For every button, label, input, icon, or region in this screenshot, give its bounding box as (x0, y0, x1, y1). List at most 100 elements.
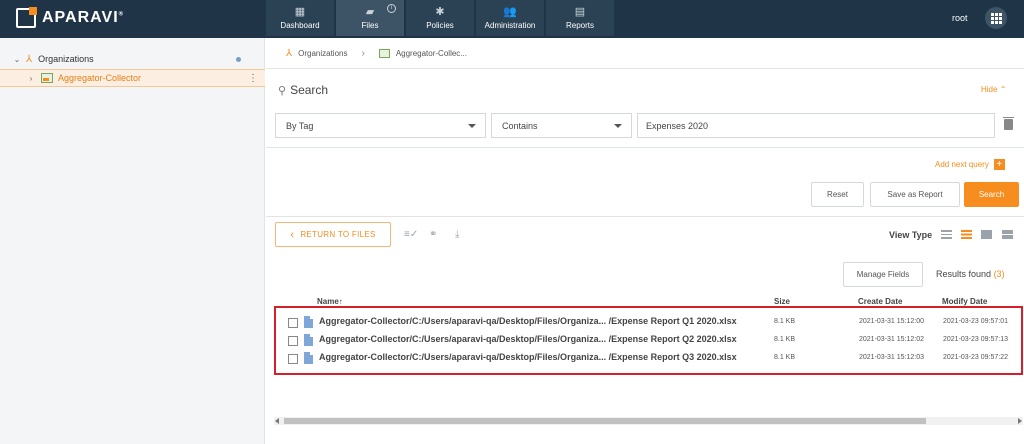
results-table: Aggregator-Collector/C:/Users/aparavi-qa… (274, 306, 1023, 375)
save-as-report-button[interactable]: Save as Report (870, 182, 960, 207)
table-row[interactable]: Aggregator-Collector/C:/Users/aparavi-qa… (276, 331, 1021, 349)
modify-date: 2021-03-23 09:57:22 (943, 354, 1008, 361)
tree-item-aggregator-collector[interactable]: › Aggregator-Collector ⋮ (0, 69, 265, 87)
status-dot (236, 56, 241, 62)
top-bar: APARAVI® ▦ Dashboard ▰ Files i ✱ Policie… (0, 0, 1024, 38)
column-header-name[interactable]: Name↑ (317, 297, 343, 306)
column-header-size[interactable]: Size (774, 297, 790, 306)
tree-item-label: Aggregator-Collector (58, 73, 142, 83)
aggregator-icon (41, 73, 53, 83)
nav-label: Dashboard (280, 21, 320, 30)
chevron-left-icon: ‹ (290, 228, 295, 241)
table-row[interactable]: Aggregator-Collector/C:/Users/aparavi-qa… (276, 349, 1021, 367)
link-icon[interactable]: ⚭ (429, 229, 437, 240)
chevron-right-icon[interactable]: › (26, 74, 36, 83)
filter-field-select[interactable]: By Tag (275, 113, 486, 138)
file-name[interactable]: Aggregator-Collector/C:/Users/aparavi-qa… (319, 316, 737, 326)
nav-label: Policies (426, 21, 454, 30)
caret-down-icon (468, 124, 476, 128)
trash-icon[interactable] (1003, 117, 1014, 130)
search-icon: ⚲ (278, 84, 287, 97)
list-view-icon[interactable] (941, 230, 952, 239)
main-content: ⅄ Organizations › Aggregator-Collec... ⚲… (266, 38, 1024, 444)
modify-date: 2021-03-23 09:57:13 (943, 336, 1008, 343)
select-list-icon[interactable]: ≡✓ (404, 229, 418, 240)
nav-label: Reports (565, 21, 594, 30)
info-icon[interactable]: i (387, 4, 396, 13)
user-name[interactable]: root (952, 13, 968, 23)
scroll-right-icon[interactable] (1018, 418, 1022, 424)
chevron-up-icon: ⌃ (999, 85, 1007, 94)
file-size: 8.1 KB (774, 336, 796, 343)
nav-label: Administration (484, 21, 536, 30)
search-header: ⚲ Search (278, 83, 328, 97)
view-type-label: View Type (889, 230, 933, 240)
file-name[interactable]: Aggregator-Collector/C:/Users/aparavi-qa… (319, 334, 737, 344)
table-row[interactable]: Aggregator-Collector/C:/Users/aparavi-qa… (276, 313, 1021, 331)
reset-button[interactable]: Reset (811, 182, 864, 207)
column-header-modify-date[interactable]: Modify Date (942, 297, 987, 306)
return-to-files-button[interactable]: ‹ RETURN TO FILES (275, 222, 391, 247)
plus-icon: + (993, 159, 1005, 170)
add-next-query-link[interactable]: Add next query + (935, 159, 1005, 170)
breadcrumb-aggregator[interactable]: Aggregator-Collec... (396, 49, 467, 58)
chevron-down-icon[interactable]: ⌄ (12, 55, 22, 64)
file-icon (304, 352, 313, 364)
main-nav: ▦ Dashboard ▰ Files i ✱ Policies 👥 Admin… (266, 0, 616, 36)
hide-search-link[interactable]: Hide ⌃ (981, 85, 1006, 94)
tree-item-organizations[interactable]: ⌄ ⅄ Organizations (0, 50, 265, 68)
row-checkbox[interactable] (288, 336, 298, 346)
gear-icon: ✱ (435, 6, 445, 18)
create-date: 2021-03-31 15:12:03 (859, 354, 924, 361)
create-date: 2021-03-31 15:12:00 (859, 318, 924, 325)
horizontal-scrollbar[interactable] (274, 417, 1023, 425)
scrollbar-thumb[interactable] (284, 418, 926, 424)
filter-value-input[interactable] (637, 113, 995, 138)
sidebar: ⌄ ⅄ Organizations › Aggregator-Collector… (0, 38, 265, 444)
aparavi-logo[interactable]: APARAVI® (16, 7, 125, 28)
logo-text: APARAVI® (42, 9, 125, 26)
row-checkbox[interactable] (288, 354, 298, 364)
file-icon (304, 334, 313, 346)
nav-files[interactable]: ▰ Files i (336, 0, 404, 36)
breadcrumb-organizations[interactable]: Organizations (298, 49, 347, 58)
nav-policies[interactable]: ✱ Policies (406, 0, 474, 36)
folder-icon: ▰ (365, 6, 375, 18)
nav-label: Files (361, 21, 379, 30)
clipboard-icon: ▤ (574, 6, 586, 18)
nav-reports[interactable]: ▤ Reports (546, 0, 614, 36)
tile-view-icon[interactable] (1002, 230, 1013, 239)
divider (266, 216, 1024, 217)
search-button[interactable]: Search (964, 182, 1019, 207)
dashboard-icon: ▦ (294, 6, 306, 18)
nav-administration[interactable]: 👥 Administration (476, 0, 544, 36)
detail-view-icon[interactable] (961, 230, 972, 239)
create-date: 2021-03-31 15:12:02 (859, 336, 924, 343)
file-size: 8.1 KB (774, 318, 796, 325)
row-checkbox[interactable] (288, 318, 298, 328)
caret-down-icon (614, 124, 622, 128)
search-filters: By Tag Contains (275, 113, 995, 138)
grid-view-icon[interactable] (981, 230, 992, 239)
divider (266, 147, 1024, 148)
results-count: (3) (993, 269, 1005, 279)
search-title: Search (290, 83, 329, 97)
app-grid-button[interactable] (985, 7, 1007, 29)
aggregator-icon (378, 48, 390, 58)
results-found: Results found (3) (936, 269, 1005, 279)
manage-fields-button[interactable]: Manage Fields (843, 262, 923, 287)
tree-item-label: Organizations (38, 54, 94, 64)
more-options-icon[interactable]: ⋮ (248, 73, 258, 84)
logo-mark-icon (16, 7, 37, 28)
app-grid-icon (990, 12, 1002, 24)
organization-icon: ⅄ (26, 53, 33, 65)
nav-dashboard[interactable]: ▦ Dashboard (266, 0, 334, 36)
column-header-create-date[interactable]: Create Date (858, 297, 902, 306)
filter-operator-select[interactable]: Contains (491, 113, 632, 138)
download-icon[interactable]: ⤓ (455, 229, 459, 240)
file-icon (304, 316, 313, 328)
scroll-left-icon[interactable] (275, 418, 279, 424)
file-name[interactable]: Aggregator-Collector/C:/Users/aparavi-qa… (319, 352, 737, 362)
sort-arrow-icon: ↑ (338, 297, 343, 306)
file-size: 8.1 KB (774, 354, 796, 361)
